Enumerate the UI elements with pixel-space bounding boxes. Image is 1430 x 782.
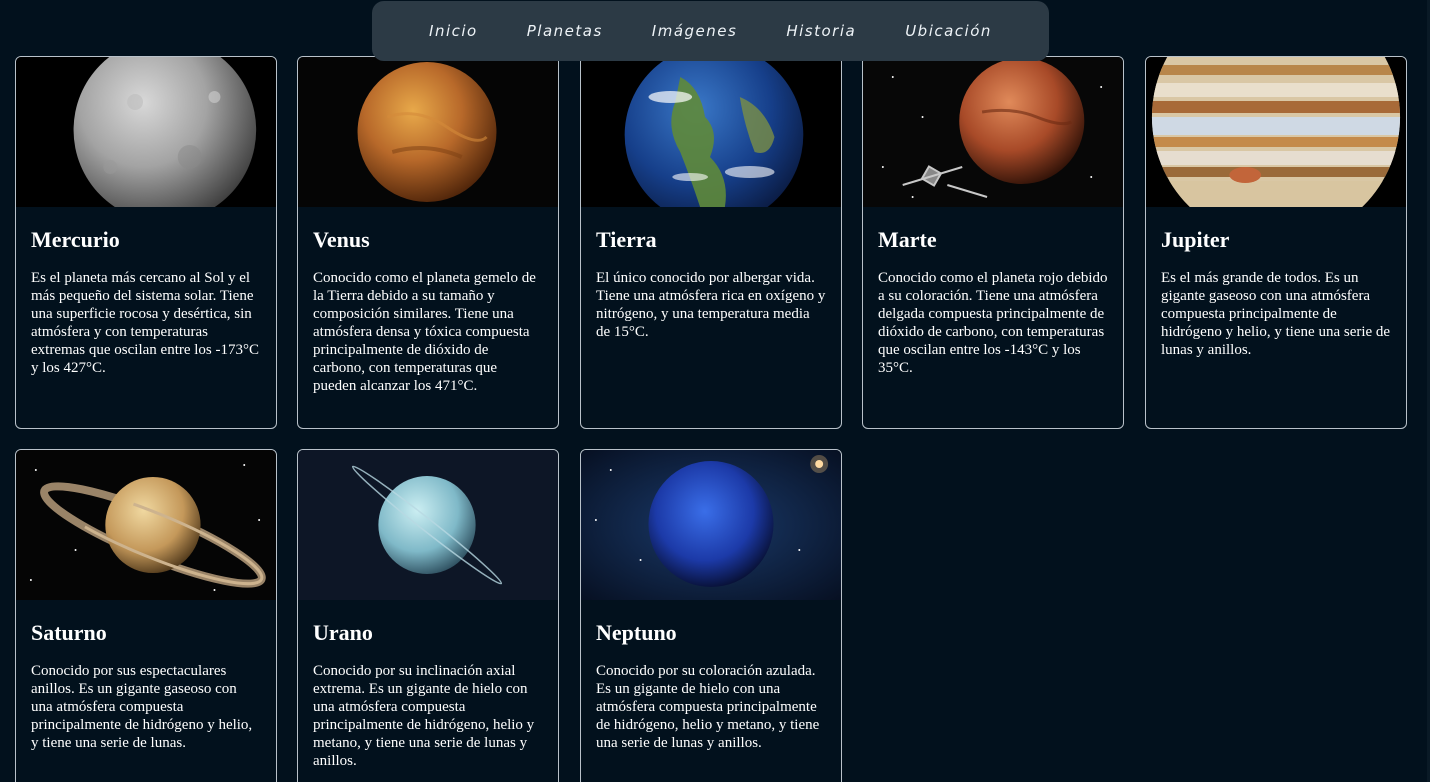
jupiter-image [1146, 57, 1406, 207]
planet-title: Tierra [596, 227, 657, 252]
planet-title: Jupiter [1161, 227, 1230, 252]
neptuno-image [581, 450, 841, 600]
nav-link-planetas[interactable]: Planetas [527, 22, 603, 40]
planet-title: Saturno [31, 620, 107, 645]
planet-card-jupiter: Jupiter Es el más grande de todos. Es un… [1145, 56, 1407, 429]
top-navigation: Inicio Planetas Imágenes Historia Ubicac… [372, 1, 1049, 61]
planet-description: Conocido por sus espectaculares anillos.… [31, 663, 253, 751]
venus-image [298, 57, 558, 207]
planet-card-marte: Marte Conocido como el planeta rojo debi… [862, 56, 1124, 429]
planet-card-urano: Urano Conocido por su inclinación axial … [297, 449, 559, 782]
saturno-image [16, 450, 276, 600]
planet-description: Es el más grande de todos. Es un gigante… [1161, 270, 1391, 358]
planet-card-mercurio: Mercurio Es el planeta más cercano al So… [15, 56, 277, 429]
planet-title: Neptuno [596, 620, 677, 645]
planet-description: Conocido por su inclinación axial extrem… [313, 663, 535, 769]
planet-title: Urano [313, 620, 373, 645]
planet-title: Venus [313, 227, 370, 252]
planet-description: Es el planeta más cercano al Sol y el má… [31, 270, 260, 376]
planet-card-tierra: Tierra El único conocido por albergar vi… [580, 56, 842, 429]
mercurio-image [16, 57, 276, 207]
nav-link-historia[interactable]: Historia [786, 22, 856, 40]
planet-description: Conocido como el planeta gemelo de la Ti… [313, 270, 536, 394]
urano-image [298, 450, 558, 600]
nav-link-imagenes[interactable]: Imágenes [652, 22, 738, 40]
planet-description: Conocido como el planeta rojo debido a s… [878, 270, 1108, 376]
planet-description: Conocido por su coloración azulada. Es u… [596, 663, 820, 751]
planet-card-saturno: Saturno Conocido por sus espectaculares … [15, 449, 277, 782]
tierra-image [581, 57, 841, 207]
planet-card-venus: Venus Conocido como el planeta gemelo de… [297, 56, 559, 429]
planet-card-neptuno: Neptuno Conocido por su coloración azula… [580, 449, 842, 782]
planet-title: Mercurio [31, 227, 120, 252]
nav-link-ubicacion[interactable]: Ubicación [905, 22, 992, 40]
nav-link-inicio[interactable]: Inicio [429, 22, 478, 40]
marte-image [863, 57, 1123, 207]
planet-title: Marte [878, 227, 937, 252]
planet-description: El único conocido por albergar vida. Tie… [596, 270, 826, 340]
